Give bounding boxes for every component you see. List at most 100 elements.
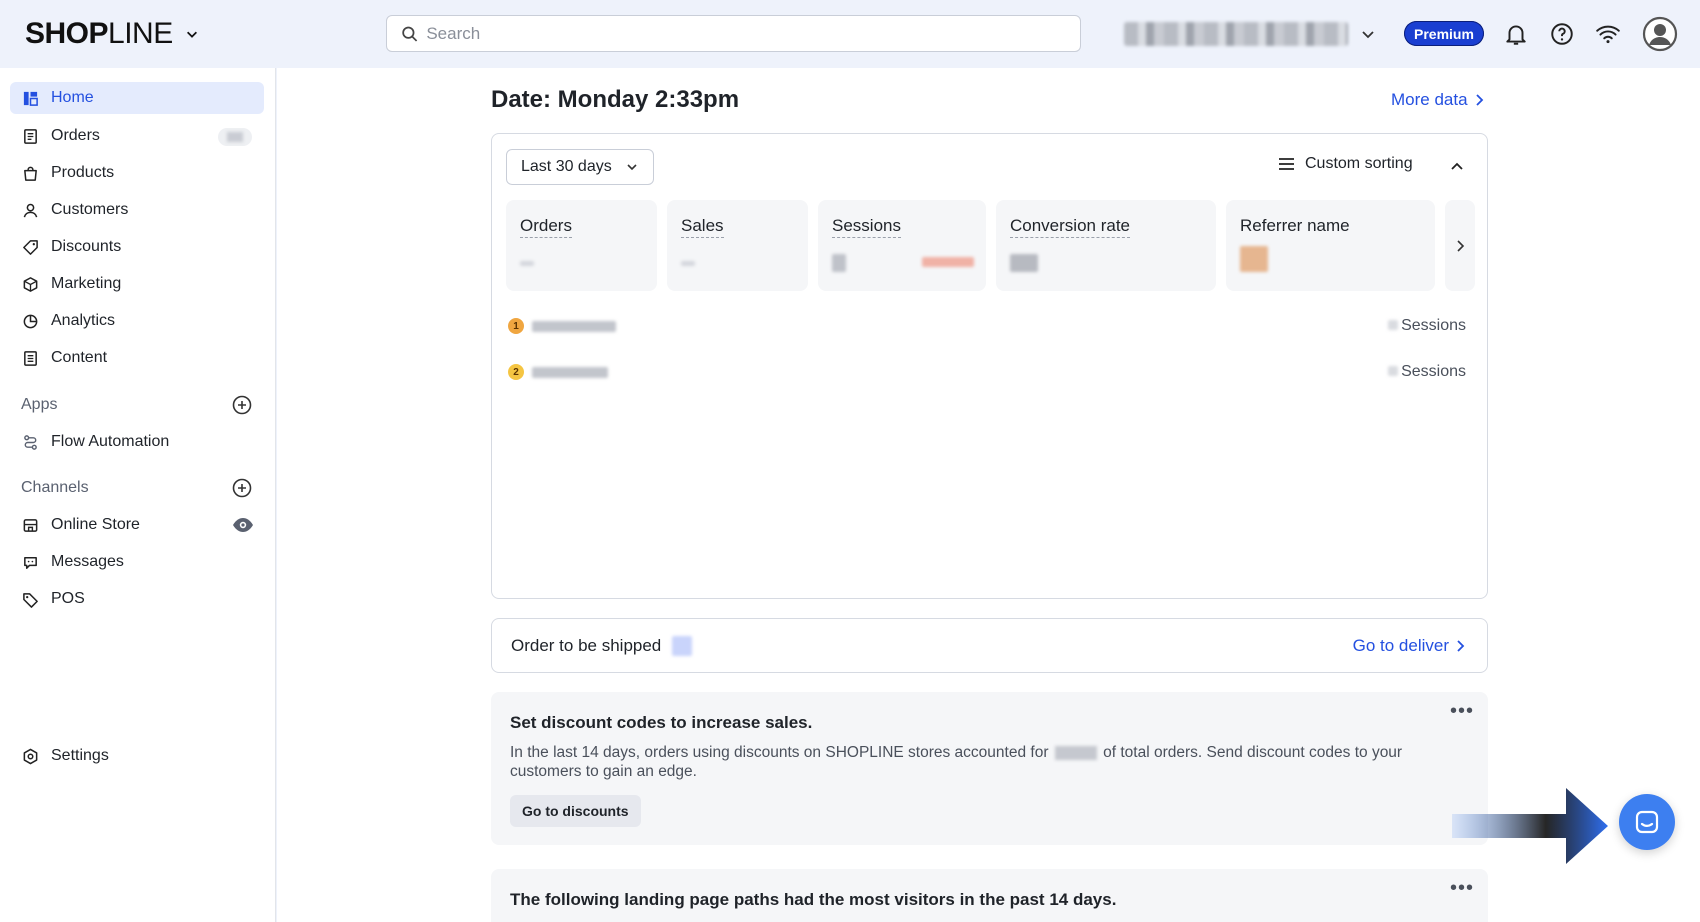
plan-badge[interactable]: Premium (1404, 21, 1484, 46)
sidebar-item-label: Products (51, 164, 115, 181)
date-range-value: Last 30 days (521, 158, 612, 175)
metrics-next-button[interactable] (1445, 200, 1475, 291)
metric-label: Orders (520, 216, 572, 238)
referrer-sessions-label: Sessions (1401, 363, 1466, 380)
orders-count-badge (218, 128, 252, 146)
rank-badge: 1 (508, 318, 524, 334)
tip-body-start: In the last 14 days, orders using discou… (510, 744, 1049, 761)
go-to-deliver-link[interactable]: Go to deliver (1353, 636, 1465, 656)
cube-icon (23, 276, 38, 292)
discount-share-redacted (1054, 745, 1097, 760)
chevron-down-icon[interactable] (1360, 26, 1376, 42)
document-icon (24, 350, 37, 366)
chevron-right-icon (1475, 94, 1483, 106)
avatar[interactable] (1642, 16, 1678, 52)
sidebar-item-label: Settings (51, 747, 109, 764)
store-icon (23, 518, 38, 532)
settings-icon (23, 748, 38, 764)
sidebar-item-label: Discounts (51, 238, 122, 255)
date-range-select[interactable]: Last 30 days (506, 149, 654, 185)
store-switcher[interactable]: SHOPLINE (25, 16, 199, 52)
chevron-right-icon (1457, 640, 1465, 652)
sidebar-item-orders[interactable]: Orders (10, 120, 264, 152)
search-icon (402, 26, 418, 42)
chat-bubble-icon (1635, 810, 1659, 834)
sidebar-item-label: POS (51, 590, 85, 607)
sidebar-item-pos[interactable]: POS (10, 583, 264, 615)
sidebar-item-label: Online Store (51, 516, 140, 533)
sidebar-item-customers[interactable]: Customers (10, 194, 264, 226)
pos-tag-icon (23, 592, 38, 608)
search-bar[interactable] (386, 15, 1081, 52)
orders-icon (24, 128, 37, 144)
order-to-ship-card: Order to be shipped Go to deliver (491, 618, 1488, 673)
chat-icon (24, 556, 37, 569)
sidebar-item-analytics[interactable]: Analytics (10, 305, 264, 337)
add-channel-icon[interactable] (232, 478, 252, 498)
referrer-row: 1 Sessions (508, 315, 1466, 337)
tip-title: Set discount codes to increase sales. (510, 713, 813, 732)
metric-conversion-rate[interactable]: Conversion rate (996, 200, 1216, 291)
sidebar-item-label: Analytics (51, 312, 116, 329)
metric-label: Sales (681, 216, 724, 238)
sidebar-item-products[interactable]: Products (10, 157, 264, 189)
sidebar-item-label: Messages (51, 553, 124, 570)
bell-icon[interactable] (1503, 21, 1529, 47)
menu-lines-icon (1279, 158, 1294, 170)
flow-icon (24, 434, 37, 450)
add-app-icon[interactable] (232, 395, 252, 415)
sidebar-item-label: Orders (51, 127, 100, 144)
sidebar-item-label: Home (51, 89, 94, 106)
sidebar-item-online-store[interactable]: Online Store (10, 509, 264, 541)
more-options-icon[interactable]: ••• (1450, 701, 1474, 721)
custom-sorting-button[interactable]: Custom sorting (1278, 155, 1413, 173)
rank-badge: 2 (508, 364, 524, 380)
go-to-deliver-label: Go to deliver (1352, 636, 1449, 655)
sidebar-item-settings[interactable]: Settings (10, 740, 264, 772)
sidebar-item-label: Customers (51, 201, 129, 218)
more-options-icon[interactable]: ••• (1450, 878, 1474, 898)
pie-icon (23, 314, 38, 328)
metric-label: Sessions (832, 216, 901, 238)
referrer-row: 2 Sessions (508, 361, 1466, 383)
tag-icon (23, 239, 38, 255)
metric-orders[interactable]: Orders (506, 200, 657, 291)
sidebar-item-home[interactable]: Home (10, 82, 264, 114)
chevron-right-icon (1457, 239, 1465, 252)
metric-referrer-name[interactable]: Referrer name (1226, 200, 1435, 291)
store-name-redacted[interactable] (1124, 22, 1348, 46)
bag-icon (24, 166, 37, 181)
chat-support-button[interactable] (1619, 794, 1675, 850)
wifi-icon[interactable] (1595, 21, 1621, 47)
sidebar-item-content[interactable]: Content (10, 342, 264, 374)
more-data-label: More data (1391, 90, 1468, 109)
metric-label: Conversion rate (1010, 216, 1131, 238)
sidebar-item-messages[interactable]: Messages (10, 546, 264, 578)
sidebar-item-discounts[interactable]: Discounts (10, 231, 264, 263)
metric-sessions[interactable]: Sessions (818, 200, 986, 291)
chevron-down-icon (627, 164, 637, 171)
stats-card: Last 30 days Custom sorting Orders Sales… (491, 133, 1488, 599)
channels-section-label: Channels (21, 479, 89, 496)
tip-body: In the last 14 days, orders using discou… (510, 743, 1450, 781)
sidebar-item-flow-automation[interactable]: Flow Automation (10, 426, 264, 458)
help-icon[interactable] (1549, 21, 1575, 47)
apps-section-label: Apps (21, 396, 58, 413)
sidebar-item-label: Marketing (51, 275, 122, 292)
more-data-link[interactable]: More data (1391, 90, 1484, 110)
sidebar-item-label: Flow Automation (51, 433, 170, 450)
tip-title: The following landing page paths had the… (510, 890, 1117, 909)
home-icon (23, 91, 38, 106)
metric-sales[interactable]: Sales (667, 200, 808, 291)
top-bar: SHOPLINE Premium (0, 0, 1700, 68)
metric-label: Referrer name (1240, 216, 1350, 235)
logo: SHOPLINE (25, 17, 173, 50)
discount-tip-card: Set discount codes to increase sales. ••… (491, 692, 1488, 845)
search-input[interactable] (426, 23, 1080, 44)
go-to-discounts-button[interactable]: Go to discounts (510, 795, 641, 827)
eye-icon[interactable] (232, 517, 254, 533)
chevron-down-icon (186, 31, 197, 38)
sidebar-item-marketing[interactable]: Marketing (10, 268, 264, 300)
sidebar-item-label: Content (51, 349, 108, 366)
chevron-up-icon[interactable] (1449, 159, 1465, 175)
